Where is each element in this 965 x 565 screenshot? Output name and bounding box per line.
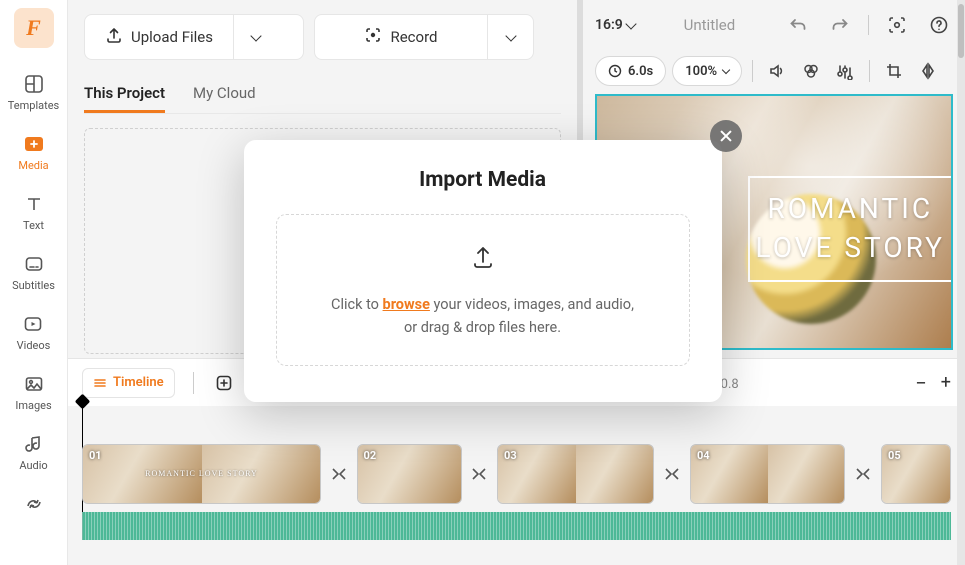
transition-icon[interactable] bbox=[472, 444, 488, 504]
timeline-clip[interactable]: 05 bbox=[881, 444, 951, 504]
nav-subtitles[interactable]: Subtitles bbox=[12, 246, 55, 298]
divider bbox=[868, 15, 869, 35]
preview-title-overlay: ROMANTIC LOVE STORY bbox=[748, 176, 951, 282]
color-button[interactable] bbox=[797, 57, 825, 85]
transition-icon[interactable] bbox=[664, 444, 680, 504]
chevron-down-icon bbox=[722, 65, 730, 73]
nav-label: Templates bbox=[8, 99, 59, 112]
volume-button[interactable] bbox=[763, 57, 791, 85]
modal-close-button[interactable] bbox=[710, 120, 742, 152]
nav-images[interactable]: Images bbox=[15, 366, 51, 418]
media-icon bbox=[22, 132, 46, 156]
tab-this-project[interactable]: This Project bbox=[84, 84, 165, 113]
timeline-clip[interactable]: 03 bbox=[497, 444, 654, 504]
flip-button[interactable] bbox=[914, 57, 942, 85]
timeline-clip[interactable]: 04 bbox=[690, 444, 845, 504]
scrollbar[interactable] bbox=[957, 0, 965, 565]
help-button[interactable] bbox=[925, 11, 953, 39]
divider bbox=[193, 372, 194, 394]
subtitles-icon bbox=[22, 252, 46, 276]
button-label: Upload Files bbox=[131, 28, 213, 46]
timeline-clip[interactable]: 02 bbox=[357, 444, 462, 504]
nav-label: Audio bbox=[19, 459, 47, 472]
project-title[interactable]: Untitled bbox=[649, 16, 770, 34]
audio-icon bbox=[22, 432, 46, 456]
zoom-value: 100% bbox=[685, 64, 717, 79]
chevron-down-icon bbox=[625, 18, 636, 29]
nav-label: Videos bbox=[17, 339, 51, 352]
templates-icon bbox=[22, 72, 46, 96]
undo-button[interactable] bbox=[784, 11, 812, 39]
modal-drop-area[interactable]: Click to browse your videos, images, and… bbox=[276, 214, 690, 366]
nav-templates[interactable]: Templates bbox=[8, 66, 59, 118]
timeline-icon bbox=[93, 376, 107, 390]
transition-icon[interactable] bbox=[855, 444, 871, 504]
nav-label: Text bbox=[23, 219, 44, 232]
fullscreen-button[interactable] bbox=[883, 11, 911, 39]
timeline-label: Timeline bbox=[113, 375, 164, 390]
nav-label: Subtitles bbox=[12, 279, 55, 292]
app-logo[interactable]: F bbox=[14, 8, 54, 48]
modal-browse-link[interactable]: browse bbox=[383, 296, 430, 313]
nav-label: Images bbox=[15, 399, 51, 412]
zoom-out-button[interactable]: − bbox=[915, 371, 926, 395]
button-label: Record bbox=[390, 28, 437, 46]
duration-display[interactable]: 6.0s bbox=[595, 56, 666, 86]
add-button[interactable] bbox=[212, 371, 236, 395]
text-icon bbox=[22, 192, 46, 216]
chevron-down-icon bbox=[251, 30, 262, 41]
record-icon bbox=[364, 26, 382, 48]
left-nav-rail: F Templates Media Text Subtitles Videos bbox=[0, 0, 68, 565]
zoom-in-button[interactable]: + bbox=[941, 372, 951, 393]
upload-dropdown-toggle[interactable] bbox=[233, 15, 279, 59]
record-dropdown-toggle[interactable] bbox=[487, 15, 533, 59]
images-icon bbox=[22, 372, 46, 396]
upload-files-button[interactable]: Upload Files bbox=[84, 14, 304, 60]
clip-number: 05 bbox=[888, 449, 901, 462]
timeline-clip[interactable]: 01ROMANTIC LOVE STORY bbox=[82, 444, 321, 504]
timeline-tab[interactable]: Timeline bbox=[82, 368, 175, 398]
zoom-select[interactable]: 100% bbox=[672, 56, 742, 86]
modal-title: Import Media bbox=[276, 168, 690, 192]
audio-track[interactable] bbox=[82, 512, 951, 540]
upload-icon bbox=[469, 243, 497, 278]
transition-icon[interactable] bbox=[331, 444, 347, 504]
divider bbox=[752, 60, 753, 82]
tab-my-cloud[interactable]: My Cloud bbox=[193, 84, 256, 113]
timeline-track-area[interactable]: 01ROMANTIC LOVE STORY 02 03 04 05 bbox=[68, 406, 965, 540]
clip-number: 02 bbox=[364, 449, 377, 462]
nav-text[interactable]: Text bbox=[22, 186, 46, 238]
nav-audio[interactable]: Audio bbox=[19, 426, 47, 478]
aspect-ratio-select[interactable]: 16:9 bbox=[595, 17, 635, 33]
clip-number: 04 bbox=[697, 449, 710, 462]
modal-drop-text: Click to browse your videos, images, and… bbox=[331, 294, 634, 339]
videos-icon bbox=[21, 312, 45, 336]
redo-button[interactable] bbox=[826, 11, 854, 39]
nav-label: Media bbox=[18, 159, 48, 172]
duration-value: 6.0s bbox=[628, 64, 653, 79]
nav-more[interactable] bbox=[22, 486, 46, 522]
record-button[interactable]: Record bbox=[314, 14, 534, 60]
ratio-value: 16:9 bbox=[595, 17, 623, 33]
effects-icon bbox=[22, 492, 46, 516]
upload-icon bbox=[105, 26, 123, 48]
clip-number: 03 bbox=[504, 449, 517, 462]
clock-icon bbox=[608, 64, 622, 78]
chevron-down-icon bbox=[505, 30, 516, 41]
scrollbar-thumb[interactable] bbox=[958, 4, 964, 58]
nav-media[interactable]: Media bbox=[18, 126, 48, 178]
nav-videos[interactable]: Videos bbox=[17, 306, 51, 358]
divider bbox=[869, 60, 870, 82]
import-media-modal: Import Media Click to browse your videos… bbox=[244, 140, 722, 402]
adjust-button[interactable] bbox=[831, 57, 859, 85]
crop-button[interactable] bbox=[880, 57, 908, 85]
